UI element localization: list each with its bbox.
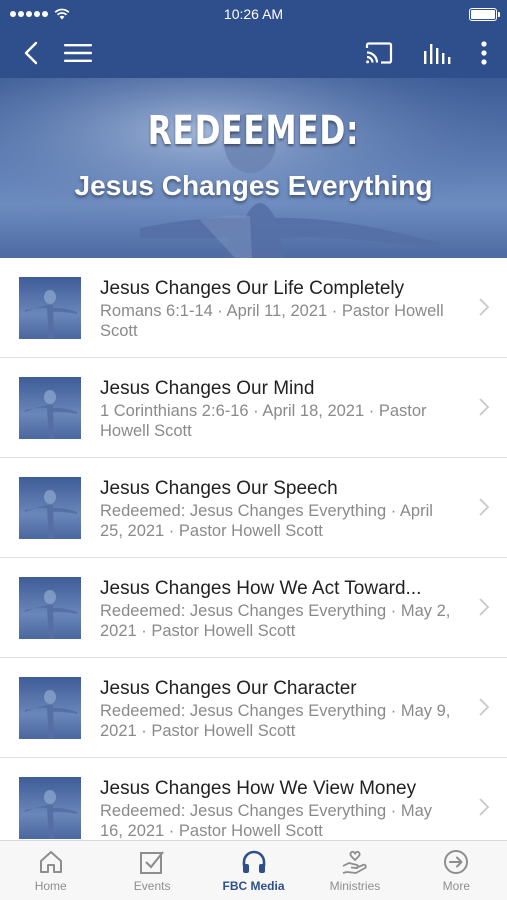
sermon-thumbnail xyxy=(19,777,81,839)
sermon-list: Jesus Changes Our Life Completely Romans… xyxy=(0,258,507,840)
chevron-right-icon xyxy=(479,698,489,716)
cast-icon xyxy=(365,42,393,64)
tab-label: Ministries xyxy=(329,879,381,893)
tab-events[interactable]: Events xyxy=(101,841,202,900)
sermon-details: 1 Corinthians 2:6-16 · April 18, 2021 · … xyxy=(100,402,427,440)
figure-thumbnail-image xyxy=(25,790,77,839)
headphones-icon xyxy=(242,850,265,873)
person-arms-outstretched-image xyxy=(0,78,507,258)
tab-label: FBC Media xyxy=(222,879,285,893)
hamburger-icon xyxy=(64,44,92,62)
back-button[interactable] xyxy=(24,41,38,65)
figure-thumbnail-image xyxy=(25,690,77,739)
battery-icon xyxy=(469,7,500,21)
chevron-right-icon xyxy=(479,598,489,616)
sermon-title: Jesus Changes How We Act Toward... xyxy=(100,578,422,599)
vertical-dots-icon xyxy=(481,41,487,65)
hand-heart-icon xyxy=(342,850,367,874)
series-banner: REDEEMED: Jesus Changes Everything xyxy=(0,78,507,258)
sermon-thumbnail xyxy=(19,577,81,639)
equalizer-icon xyxy=(424,44,451,64)
list-item[interactable]: Jesus Changes Our Mind 1 Corinthians 2:6… xyxy=(0,358,507,458)
sermon-details: Romans 6:1-14 · April 11, 2021 · Pastor … xyxy=(100,302,444,340)
series-subtitle: Jesus Changes Everything xyxy=(74,170,433,201)
sermon-title: Jesus Changes Our Life Completely xyxy=(100,278,405,299)
chevron-right-icon xyxy=(479,398,489,416)
battery-level xyxy=(471,9,495,19)
arrow-circle-icon xyxy=(444,850,469,874)
list-item[interactable]: Jesus Changes How We Act Toward... Redee… xyxy=(0,558,507,658)
list-item[interactable]: Jesus Changes Our Life Completely Romans… xyxy=(0,258,507,358)
figure-thumbnail-image xyxy=(25,390,77,439)
sermon-details: Redeemed: Jesus Changes Everything · May… xyxy=(100,602,451,640)
chevron-right-icon xyxy=(479,298,489,316)
tab-home[interactable]: Home xyxy=(0,841,101,900)
list-item[interactable]: Jesus Changes Our Character Redeemed: Je… xyxy=(0,658,507,758)
sermon-thumbnail xyxy=(19,477,81,539)
chevron-right-icon xyxy=(479,498,489,516)
more-options-button[interactable] xyxy=(481,41,487,65)
tab-ministries[interactable]: Ministries xyxy=(304,841,405,900)
signal-strength-icon xyxy=(10,11,48,17)
figure-thumbnail-image xyxy=(25,590,77,639)
signal-group xyxy=(10,8,70,20)
status-time: 10:26 AM xyxy=(223,6,284,22)
tab-fbc-media[interactable]: FBC Media xyxy=(203,841,304,900)
sermon-thumbnail xyxy=(19,677,81,739)
tab-more[interactable]: More xyxy=(406,841,507,900)
tab-label: Home xyxy=(34,879,67,893)
home-icon xyxy=(39,851,62,873)
status-bar: 10:26 AM xyxy=(0,0,507,28)
menu-button[interactable] xyxy=(64,43,92,63)
back-chevron-icon xyxy=(24,41,38,65)
sermon-title: Jesus Changes Our Mind xyxy=(100,378,315,399)
cast-button[interactable] xyxy=(365,42,393,64)
tab-label: Events xyxy=(133,879,171,893)
figure-thumbnail-image xyxy=(25,290,77,339)
sermon-title: Jesus Changes Our Character xyxy=(100,678,357,699)
sermon-thumbnail xyxy=(19,377,81,439)
tab-label: More xyxy=(442,879,470,893)
equalizer-button[interactable] xyxy=(423,42,451,64)
checkbox-icon xyxy=(140,851,164,874)
nav-bar xyxy=(0,28,507,78)
chevron-right-icon xyxy=(479,798,489,816)
list-item[interactable]: Jesus Changes How We View Money Redeemed… xyxy=(0,758,507,840)
wifi-icon xyxy=(54,8,70,20)
sermon-thumbnail xyxy=(19,277,81,339)
sermon-details: Redeemed: Jesus Changes Everything · Apr… xyxy=(100,502,433,540)
tab-bar: Home Events FBC Media Ministries More xyxy=(0,840,507,900)
list-item[interactable]: Jesus Changes Our Speech Redeemed: Jesus… xyxy=(0,458,507,558)
series-title: REDEEMED: xyxy=(147,108,360,154)
sermon-details: Redeemed: Jesus Changes Everything · May… xyxy=(100,802,432,840)
figure-thumbnail-image xyxy=(25,490,77,539)
sermon-title: Jesus Changes Our Speech xyxy=(100,478,338,499)
sermon-details: Redeemed: Jesus Changes Everything · May… xyxy=(100,702,451,740)
sermon-title: Jesus Changes How We View Money xyxy=(100,778,417,799)
